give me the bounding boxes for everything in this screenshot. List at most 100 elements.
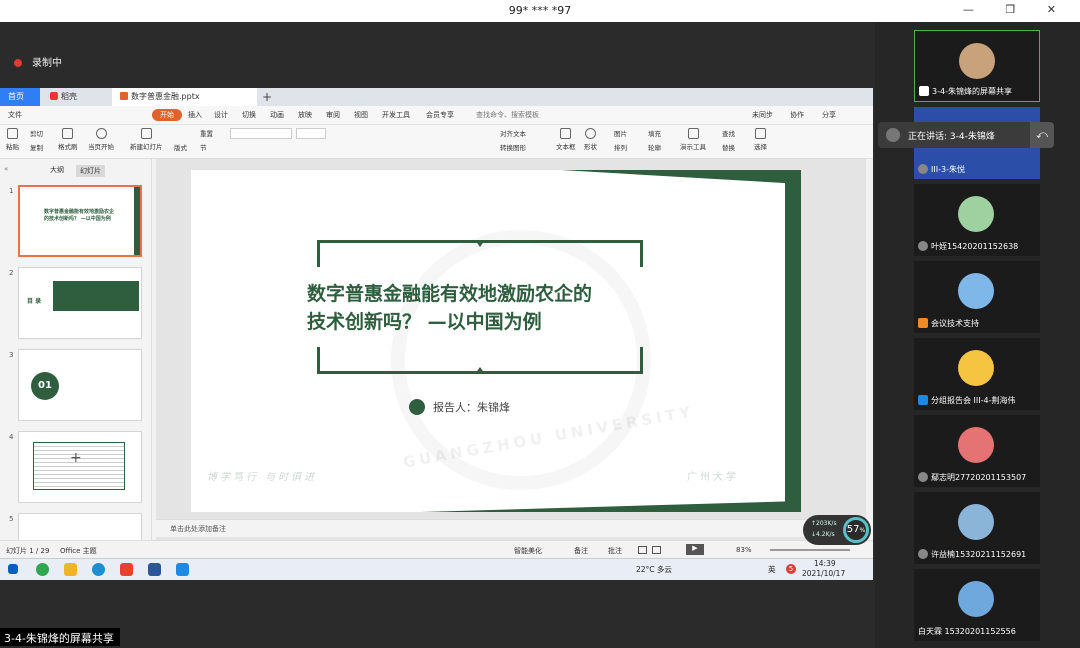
presentation-tools-button[interactable]: 演示工具	[680, 128, 706, 151]
slide-thumbnail-2[interactable]: 目 录	[18, 267, 142, 339]
convert-shape-button[interactable]: 转换图形	[500, 142, 526, 152]
tab-document-label: 数字普惠金融.pptx	[131, 92, 200, 101]
sync-status[interactable]: 未同步	[752, 110, 773, 120]
avatar	[958, 196, 994, 232]
app-360-icon[interactable]	[36, 563, 49, 576]
slide-thumbnail-4[interactable]	[18, 431, 142, 503]
screen-share-label: 3-4-朱锦烽的屏幕共享	[0, 628, 120, 646]
slide-thumbnail-1[interactable]: 数字普惠金融能有效地激励农企的技术创新吗？ —以中国为例	[18, 185, 142, 257]
participant-tile[interactable]: 分组报告会 III-4-荆海伟	[914, 338, 1040, 410]
network-speed-widget: ↑203K/s ↓4.2K/s 57%	[803, 515, 871, 545]
play-slideshow-icon[interactable]: ▶	[686, 544, 704, 555]
align-text-button[interactable]: 对齐文本	[500, 128, 526, 138]
meeting-app-icon[interactable]	[176, 563, 189, 576]
participant-tile[interactable]: 3-4-朱锦烽的屏幕共享	[914, 30, 1040, 102]
participant-name: 3-4-朱锦烽的屏幕共享	[932, 87, 1012, 96]
weather[interactable]: 22°C 多云	[636, 564, 672, 575]
slide-thumbnail-3[interactable]: 01	[18, 349, 142, 421]
replace-button[interactable]: 替换	[722, 142, 735, 152]
arrange-button[interactable]: 排列	[614, 142, 627, 152]
paste-button[interactable]: 粘贴	[6, 128, 19, 151]
menu-animation[interactable]: 动画	[270, 110, 284, 120]
avatar	[958, 350, 994, 386]
current-slide[interactable]: GUANGZHOU UNIVERSITY 数字普惠金融能有效地激励农企的 技术创…	[191, 170, 801, 512]
menu-view[interactable]: 视图	[354, 110, 368, 120]
tab-document[interactable]: 数字普惠金融.pptx	[112, 88, 257, 106]
font-size-select[interactable]	[296, 128, 326, 139]
smart-beautify-button[interactable]: 智能美化	[514, 546, 542, 556]
copy-button[interactable]: 复制	[30, 142, 43, 152]
slide-canvas: GUANGZHOU UNIVERSITY 数字普惠金融能有效地激励农企的 技术创…	[156, 159, 866, 540]
menu-design[interactable]: 设计	[214, 110, 228, 120]
speaker-avatar	[886, 128, 900, 142]
window-controls[interactable]: — ❐ ✕	[963, 3, 1070, 16]
edge-browser-icon[interactable]	[92, 563, 105, 576]
tab-docer[interactable]: 稻壳	[42, 88, 108, 106]
format-painter-button[interactable]: 格式刷	[58, 128, 78, 151]
participant-tile[interactable]: 会议技术支持	[914, 261, 1040, 333]
menu-review[interactable]: 审阅	[326, 110, 340, 120]
thumb-decor	[53, 281, 139, 311]
thumb-number: 4	[9, 433, 14, 441]
file-explorer-icon[interactable]	[64, 563, 77, 576]
menu-transition[interactable]: 切换	[242, 110, 256, 120]
comments-toggle[interactable]: 批注	[608, 546, 622, 556]
menu-member[interactable]: 会员专享	[426, 110, 454, 120]
cut-button[interactable]: 剪切	[30, 128, 43, 138]
layout-button[interactable]: 版式	[174, 142, 187, 152]
slide-thumbnail-5[interactable]	[18, 513, 142, 540]
menu-start[interactable]: 开始	[152, 109, 182, 121]
avatar	[959, 43, 995, 79]
notes-toggle[interactable]: 备注	[574, 546, 588, 556]
ime-indicator[interactable]: 英	[768, 564, 776, 575]
participant-tile[interactable]: 许益楠15320211152691	[914, 492, 1040, 564]
thumb-number: 5	[9, 515, 14, 523]
word-icon[interactable]	[148, 563, 161, 576]
add-slide-button[interactable]: +	[70, 450, 82, 466]
wps-icon[interactable]	[120, 563, 133, 576]
share-button[interactable]: 分享	[822, 110, 836, 120]
thumb-section-number: 01	[31, 372, 59, 400]
fill-button[interactable]: 填充	[648, 128, 661, 138]
avatar-icon	[918, 241, 928, 251]
speaking-text: 正在讲话: 3-4-朱锦烽	[908, 132, 995, 142]
new-tab-button[interactable]: +	[260, 88, 276, 106]
tab-slides[interactable]: 幻灯片	[76, 165, 105, 177]
participant-tile[interactable]: 鄢志明27720201153507	[914, 415, 1040, 487]
zoom-slider[interactable]	[770, 549, 850, 551]
section-button[interactable]: 节	[200, 142, 207, 152]
menu-devtools[interactable]: 开发工具	[382, 110, 410, 120]
collab-button[interactable]: 协作	[790, 110, 804, 120]
find-button[interactable]: 查找	[722, 128, 735, 138]
reset-button[interactable]: 重置	[200, 128, 213, 138]
notes-pane[interactable]: 单击此处添加备注	[156, 519, 866, 537]
participant-tile[interactable]: 白天霖 15320201152556	[914, 569, 1040, 641]
avatar	[958, 273, 994, 309]
participant-tile[interactable]: 叶姪15420201152638	[914, 184, 1040, 256]
notification-badge[interactable]: 5	[786, 564, 796, 574]
docer-icon	[50, 92, 58, 100]
thumb-number: 3	[9, 351, 14, 359]
sorter-view-icon[interactable]	[652, 546, 661, 554]
menu-slideshow[interactable]: 放映	[298, 110, 312, 120]
select-button[interactable]: 选择	[754, 128, 767, 151]
new-slide-button[interactable]: 新建幻灯片	[130, 128, 163, 151]
shape-button[interactable]: 形状	[584, 128, 597, 151]
font-name-select[interactable]	[230, 128, 292, 139]
outline-button[interactable]: 轮廓	[648, 142, 661, 152]
normal-view-icon[interactable]	[638, 546, 647, 554]
command-search[interactable]: 查找命令、搜索模板	[476, 110, 539, 120]
back-arrow-icon[interactable]: ⤺	[1030, 122, 1054, 148]
menu-insert[interactable]: 插入	[188, 110, 202, 120]
picture-button[interactable]: 图片	[614, 128, 627, 138]
frame-triangle-top	[475, 240, 485, 247]
tab-outline[interactable]: 大纲	[50, 165, 64, 175]
textbox-button[interactable]: 文本框	[556, 128, 576, 151]
menu-file[interactable]: 文件	[8, 110, 22, 120]
new-slide-icon	[140, 128, 152, 139]
play-from-current-button[interactable]: 当页开始	[88, 128, 114, 151]
speaking-indicator: 正在讲话: 3-4-朱锦烽 ⤺	[878, 122, 1054, 148]
windows-start-icon[interactable]	[8, 564, 18, 574]
tab-home[interactable]: 首页	[0, 88, 40, 106]
collapse-panel-icon[interactable]: «	[4, 165, 8, 173]
